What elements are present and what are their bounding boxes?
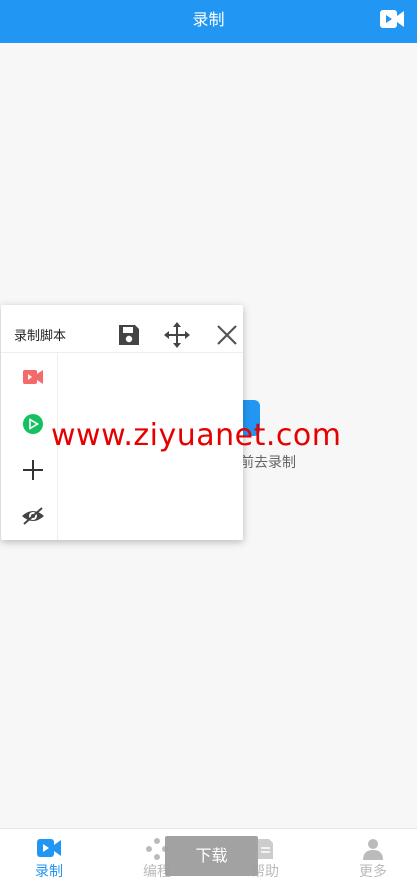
panel-title: 录制脚本 bbox=[14, 329, 67, 344]
user-icon bbox=[363, 839, 383, 860]
watermark: www.ziyuanet.com bbox=[51, 418, 342, 453]
record-video-icon[interactable] bbox=[19, 363, 47, 391]
close-icon[interactable] bbox=[213, 321, 241, 349]
download-button[interactable]: 下载 bbox=[165, 836, 258, 876]
add-icon[interactable] bbox=[19, 456, 47, 484]
top-app-bar: 录制 bbox=[0, 0, 417, 43]
go-record-hint: 前去录制 bbox=[240, 455, 296, 471]
video-camera-icon bbox=[37, 839, 61, 857]
tab-more-label: 更多 bbox=[359, 864, 387, 880]
tab-record[interactable]: 录制 bbox=[9, 829, 89, 882]
panel-header: 录制脚本 bbox=[1, 305, 243, 353]
tab-more[interactable]: 更多 bbox=[333, 829, 413, 882]
page-title: 录制 bbox=[192, 10, 225, 29]
video-camera-icon[interactable] bbox=[379, 8, 405, 30]
play-icon[interactable] bbox=[19, 410, 47, 438]
save-icon[interactable] bbox=[115, 321, 143, 349]
eye-hidden-icon[interactable] bbox=[19, 502, 47, 530]
tab-record-label: 录制 bbox=[35, 864, 63, 880]
panel-toolbar bbox=[1, 353, 58, 540]
move-icon[interactable] bbox=[163, 321, 191, 349]
